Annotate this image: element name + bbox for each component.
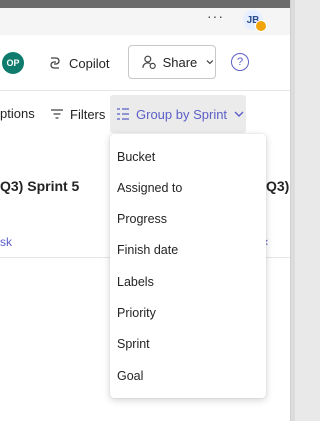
options-button[interactable]: ptions [0, 106, 35, 121]
filter-icon [51, 109, 63, 119]
filters-label: Filters [70, 106, 106, 122]
more-options-button[interactable]: ··· [207, 8, 224, 24]
group-by-dropdown: Bucket Assigned to Progress Finish date … [110, 134, 266, 398]
menu-item-bucket[interactable]: Bucket [117, 150, 155, 164]
share-person-icon [142, 55, 156, 70]
copilot-icon [50, 57, 60, 69]
copilot-label: Copilot [69, 55, 110, 71]
chevron-down-icon [234, 111, 244, 117]
menu-item-sprint[interactable]: Sprint [117, 337, 150, 351]
menu-item-assigned-to[interactable]: Assigned to [117, 181, 182, 195]
menu-item-finish-date[interactable]: Finish date [117, 243, 178, 257]
group-list-icon [117, 108, 129, 120]
filters-button[interactable]: Filters [50, 104, 105, 124]
share-label: Share [162, 54, 198, 70]
chevron-down-icon [206, 60, 214, 65]
add-task-link[interactable]: sk [0, 235, 12, 249]
menu-item-goal[interactable]: Goal [117, 369, 143, 383]
group-by-label: Group by Sprint [136, 106, 228, 122]
notification-badge [255, 20, 267, 32]
column-title-right: Q3) [266, 178, 290, 194]
menu-item-progress[interactable]: Progress [117, 212, 167, 226]
share-button[interactable]: Share [128, 45, 216, 79]
group-by-button[interactable]: Group by Sprint [110, 95, 246, 133]
menu-item-priority[interactable]: Priority [117, 306, 156, 320]
help-button[interactable]: ? [231, 53, 249, 71]
window-top-strip [0, 0, 320, 8]
side-panel [290, 0, 320, 421]
column-title: Q3) Sprint 5 [0, 178, 80, 194]
member-avatar[interactable]: OP [2, 52, 24, 74]
menu-item-labels[interactable]: Labels [117, 275, 154, 289]
copilot-button[interactable]: Copilot [47, 51, 109, 75]
